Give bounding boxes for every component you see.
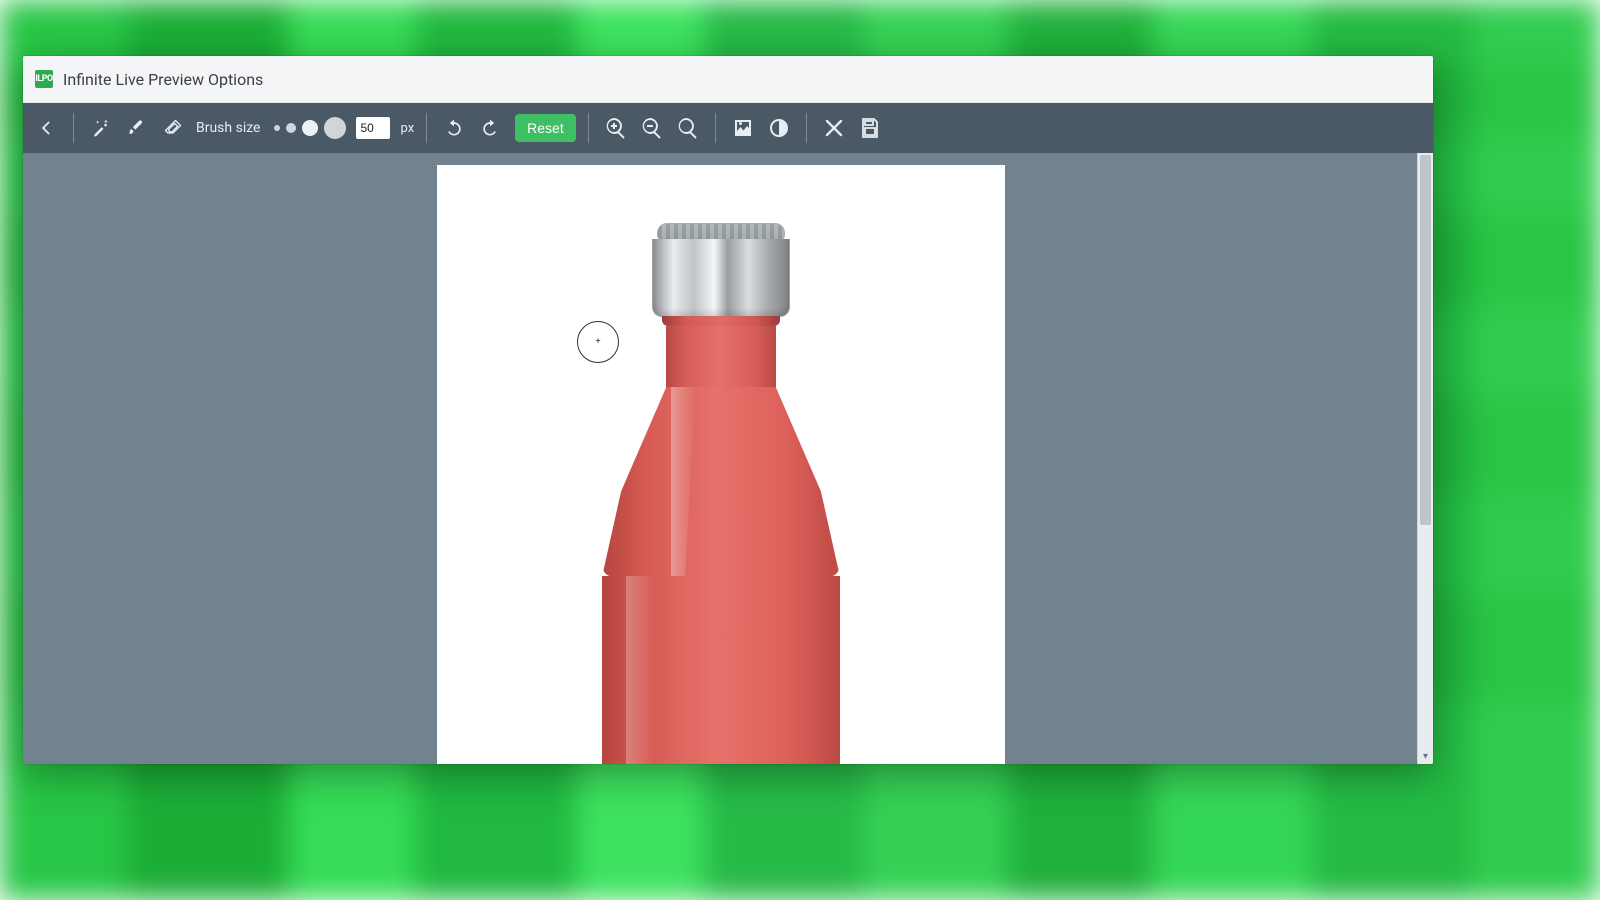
zoom-in-icon xyxy=(604,116,628,140)
image-button[interactable] xyxy=(728,111,758,145)
separator xyxy=(806,113,807,143)
brush-size-input[interactable] xyxy=(356,117,390,139)
title-bar: ILPO Infinite Live Preview Options xyxy=(23,56,1433,103)
zoom-in-button[interactable] xyxy=(601,111,631,145)
close-button[interactable] xyxy=(819,111,849,145)
zoom-out-button[interactable] xyxy=(637,111,667,145)
undo-button[interactable] xyxy=(439,111,469,145)
save-button[interactable] xyxy=(855,111,885,145)
vertical-scrollbar[interactable]: ▾ xyxy=(1417,153,1433,764)
contrast-icon xyxy=(767,116,791,140)
toolbar: Brush size px Reset xyxy=(23,103,1433,153)
separator xyxy=(588,113,589,143)
save-icon xyxy=(858,116,882,140)
separator xyxy=(426,113,427,143)
brush-icon xyxy=(127,118,147,138)
window-title: Infinite Live Preview Options xyxy=(63,70,263,89)
redo-button[interactable] xyxy=(475,111,505,145)
chevron-left-icon xyxy=(36,118,56,138)
px-label: px xyxy=(400,121,414,136)
app-window: ILPO Infinite Live Preview Options Brush… xyxy=(23,56,1433,764)
editor-viewport[interactable]: ▾ xyxy=(23,153,1433,764)
app-icon: ILPO xyxy=(35,70,53,88)
back-button[interactable] xyxy=(31,111,61,145)
magic-wand-tool[interactable] xyxy=(86,111,116,145)
eraser-icon xyxy=(163,118,183,138)
image-icon xyxy=(731,116,755,140)
contrast-button[interactable] xyxy=(764,111,794,145)
reset-button[interactable]: Reset xyxy=(515,114,576,142)
separator xyxy=(73,113,74,143)
brush-preset-md[interactable] xyxy=(302,120,318,136)
canvas[interactable] xyxy=(437,165,1005,764)
redo-icon xyxy=(480,118,500,138)
app-icon-text: ILPO xyxy=(35,74,53,84)
undo-icon xyxy=(444,118,464,138)
eraser-tool[interactable] xyxy=(158,111,188,145)
close-icon xyxy=(822,116,846,140)
scrollbar-thumb[interactable] xyxy=(1420,155,1431,525)
zoom-fit-button[interactable] xyxy=(673,111,703,145)
brush-size-presets xyxy=(274,117,346,139)
magnifier-icon xyxy=(676,116,700,140)
product-image xyxy=(602,223,840,764)
brush-preset-xs[interactable] xyxy=(274,125,280,131)
zoom-out-icon xyxy=(640,116,664,140)
brush-tool[interactable] xyxy=(122,111,152,145)
separator xyxy=(715,113,716,143)
brush-size-label: Brush size xyxy=(196,120,260,136)
brush-preset-lg[interactable] xyxy=(324,117,346,139)
brush-preset-sm[interactable] xyxy=(286,123,296,133)
scroll-down-arrow[interactable]: ▾ xyxy=(1418,748,1433,764)
magic-wand-icon xyxy=(91,118,111,138)
